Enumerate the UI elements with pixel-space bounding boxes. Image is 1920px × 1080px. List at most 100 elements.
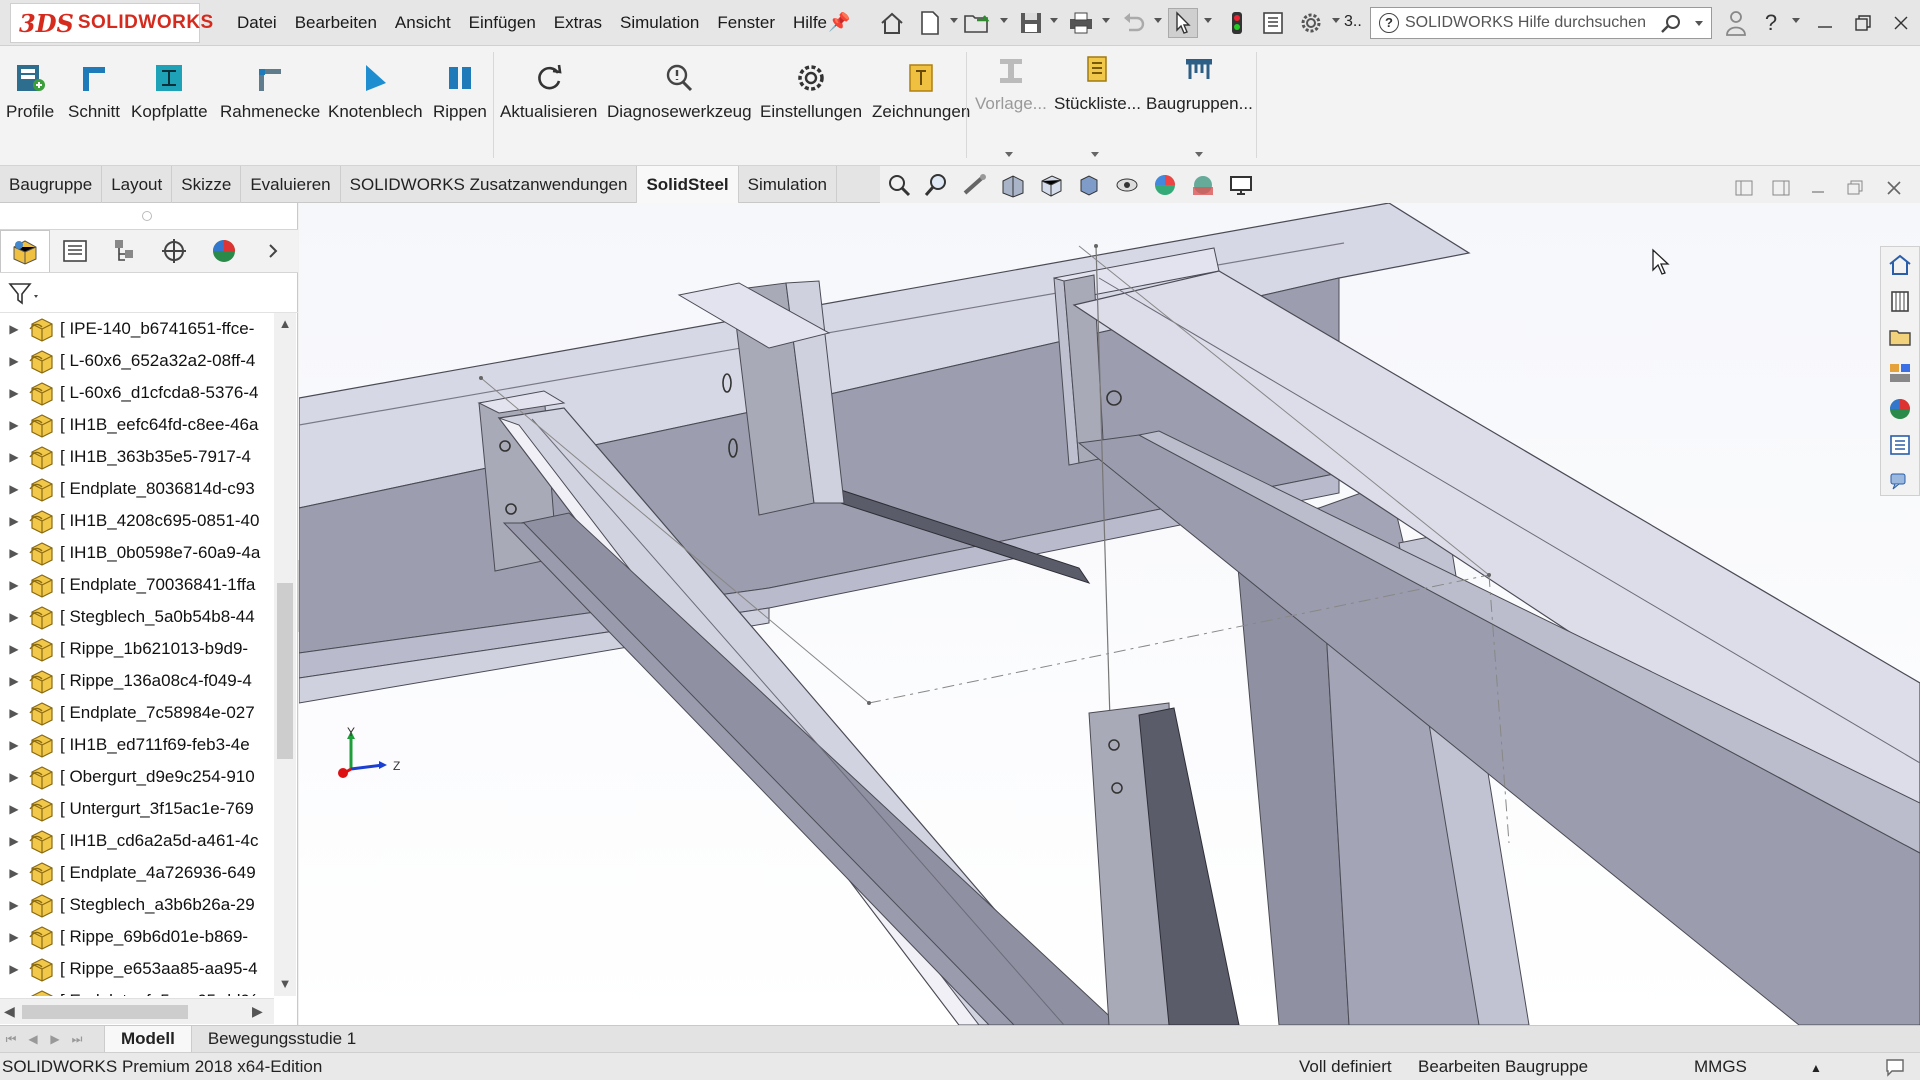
headplate-button[interactable]: Kopfplatte [131,60,208,160]
tree-item[interactable]: ▶ [ Endplate_8036814d-c93 [0,473,278,505]
bom-button[interactable]: Stückliste... [1054,52,1141,152]
assembly-dropdown-icon[interactable] [1195,152,1203,158]
assembly-button[interactable]: Baugruppen... [1146,52,1253,152]
tree-item[interactable]: ▶ [ Stegblech_a3b6b26a-29 [0,889,278,921]
tab-solidsteel[interactable]: SolidSteel [637,166,739,203]
rebuild-traffic-light-icon[interactable] [1222,8,1252,38]
filter-icon[interactable] [8,281,42,307]
restore-window-icon[interactable] [1848,8,1878,38]
propertymanager-tab-icon[interactable] [50,230,100,272]
view-palette-icon[interactable] [1881,355,1919,391]
gusset-button[interactable]: Knotenblech [328,60,423,160]
menu-extras[interactable]: Extras [545,13,611,33]
expand-arrow-icon[interactable]: ▶ [0,642,28,656]
menu-bearbeiten[interactable]: Bearbeiten [286,13,386,33]
tab-motion-study[interactable]: Bewegungsstudie 1 [192,1026,372,1052]
graphics-area[interactable]: Y Z [299,203,1920,1025]
zoom-to-fit-icon[interactable] [880,168,918,202]
expand-arrow-icon[interactable]: ▶ [0,706,28,720]
design-library-icon[interactable] [1881,283,1919,319]
scroll-up-icon[interactable]: ▲ [278,317,292,331]
more-tabs-chevron-icon[interactable] [248,230,298,272]
tree-vertical-scrollbar[interactable]: ▲ ▼ [274,313,296,996]
open-dropdown-icon[interactable] [1000,18,1008,26]
document-restore-icon[interactable] [1845,178,1865,198]
panel-grip-icon[interactable] [142,211,152,221]
next-tab-icon[interactable]: ▶ [44,1028,66,1050]
expand-arrow-icon[interactable]: ▶ [0,546,28,560]
bom-dropdown-icon[interactable] [1091,152,1099,158]
expand-arrow-icon[interactable]: ▶ [0,930,28,944]
file-properties-icon[interactable] [1258,8,1288,38]
expand-arrow-icon[interactable]: ▶ [0,994,28,996]
menu-ansicht[interactable]: Ansicht [386,13,460,33]
tree-item[interactable]: ▶ [ Rippe_1b621013-b9d9- [0,633,278,665]
view-orientation-icon[interactable] [1032,168,1070,202]
menu-einfuegen[interactable]: Einfügen [460,13,545,33]
frame-corner-button[interactable]: Rahmenecke [220,60,320,160]
template-button[interactable]: Vorlage... [975,52,1047,152]
units-up-icon[interactable]: ▲ [1810,1061,1822,1075]
edit-appearance-icon[interactable] [1146,168,1184,202]
expand-arrow-icon[interactable]: ▶ [0,514,28,528]
tree-item[interactable]: ▶ [ IH1B_eefc64fd-c8ee-46a [0,409,278,441]
tree-item[interactable]: ▶ [ L-60x6_d1cfcda8-5376-4 [0,377,278,409]
view-settings-icon[interactable] [1222,168,1260,202]
tree-item[interactable]: ▶ [ IH1B_4208c695-0851-40 [0,505,278,537]
tab-zusatzanwendungen[interactable]: SOLIDWORKS Zusatzanwendungen [341,166,638,203]
tab-simulation[interactable]: Simulation [739,166,838,203]
scroll-down-icon[interactable]: ▼ [278,977,292,991]
tree-horizontal-scrollbar[interactable]: ◀ ▶ [0,998,274,1024]
expand-arrow-icon[interactable]: ▶ [0,610,28,624]
first-tab-icon[interactable]: ⏮ [0,1028,22,1050]
options-gear-icon[interactable] [1296,8,1326,38]
drawings-button[interactable]: Zeichnungen [872,60,970,160]
expand-arrow-icon[interactable]: ▶ [0,386,28,400]
tab-baugruppe[interactable]: Baugruppe [0,166,103,203]
scrollbar-thumb[interactable] [277,583,293,759]
tree-item[interactable]: ▶ [ Rippe_136a08c4-f049-4 [0,665,278,697]
appearances-scenes-icon[interactable] [1881,391,1919,427]
options-dropdown-icon[interactable] [1332,18,1340,26]
dimxpert-tab-icon[interactable] [149,230,199,272]
profile-button[interactable]: Profile [6,60,54,160]
tree-item[interactable]: ▶ [ IPE-140_b6741651-ffce- [0,313,278,345]
expand-arrow-icon[interactable]: ▶ [0,962,28,976]
steel-frame-model[interactable] [299,203,1920,1025]
rib-button[interactable]: Rippen [433,60,487,160]
user-account-icon[interactable] [1721,8,1751,38]
section-view-icon[interactable] [994,168,1032,202]
previous-view-icon[interactable] [956,168,994,202]
home-icon[interactable] [877,8,907,38]
help-icon[interactable]: ? [1756,8,1786,38]
solidworks-logo[interactable]: 3DS SOLIDWORKS [10,3,213,43]
tree-item[interactable]: ▶ [ Untergurt_3f15ac1e-769 [0,793,278,825]
refresh-button[interactable]: Aktualisieren [500,60,597,160]
settings-button[interactable]: Einstellungen [760,60,862,160]
expand-arrow-icon[interactable]: ▶ [0,898,28,912]
tab-model[interactable]: Modell [104,1026,192,1052]
tree-item[interactable]: ▶ [ Stegblech_5a0b54b8-44 [0,601,278,633]
diagnostic-button[interactable]: Diagnosewerkzeug [607,60,752,160]
close-window-icon[interactable] [1886,8,1916,38]
unit-system-button[interactable]: MMGS [1694,1057,1747,1077]
template-dropdown-icon[interactable] [1005,152,1013,158]
open-folder-icon[interactable] [963,8,993,38]
tree-item[interactable]: ▶ [ IH1B_0b0598e7-60a9-4a [0,537,278,569]
save-icon[interactable] [1016,8,1046,38]
previous-tab-icon[interactable]: ◀ [22,1028,44,1050]
menu-simulation[interactable]: Simulation [611,13,708,33]
horizontal-scrollbar-thumb[interactable] [22,1005,188,1019]
print-dropdown-icon[interactable] [1102,18,1110,26]
last-tab-icon[interactable]: ⏭ [66,1028,88,1050]
print-icon[interactable] [1066,8,1096,38]
menu-fenster[interactable]: Fenster [708,13,784,33]
tab-skizze[interactable]: Skizze [172,166,242,203]
file-explorer-icon[interactable] [1881,319,1919,355]
expand-arrow-icon[interactable]: ▶ [0,770,28,784]
tree-item[interactable]: ▶ [ L-60x6_652a32a2-08ff-4 [0,345,278,377]
tree-item[interactable]: ▶ [ Rippe_69b6d01e-b869- [0,921,278,953]
displaymanager-tab-icon[interactable] [199,230,249,272]
expand-arrow-icon[interactable]: ▶ [0,802,28,816]
custom-properties-icon[interactable] [1881,427,1919,463]
